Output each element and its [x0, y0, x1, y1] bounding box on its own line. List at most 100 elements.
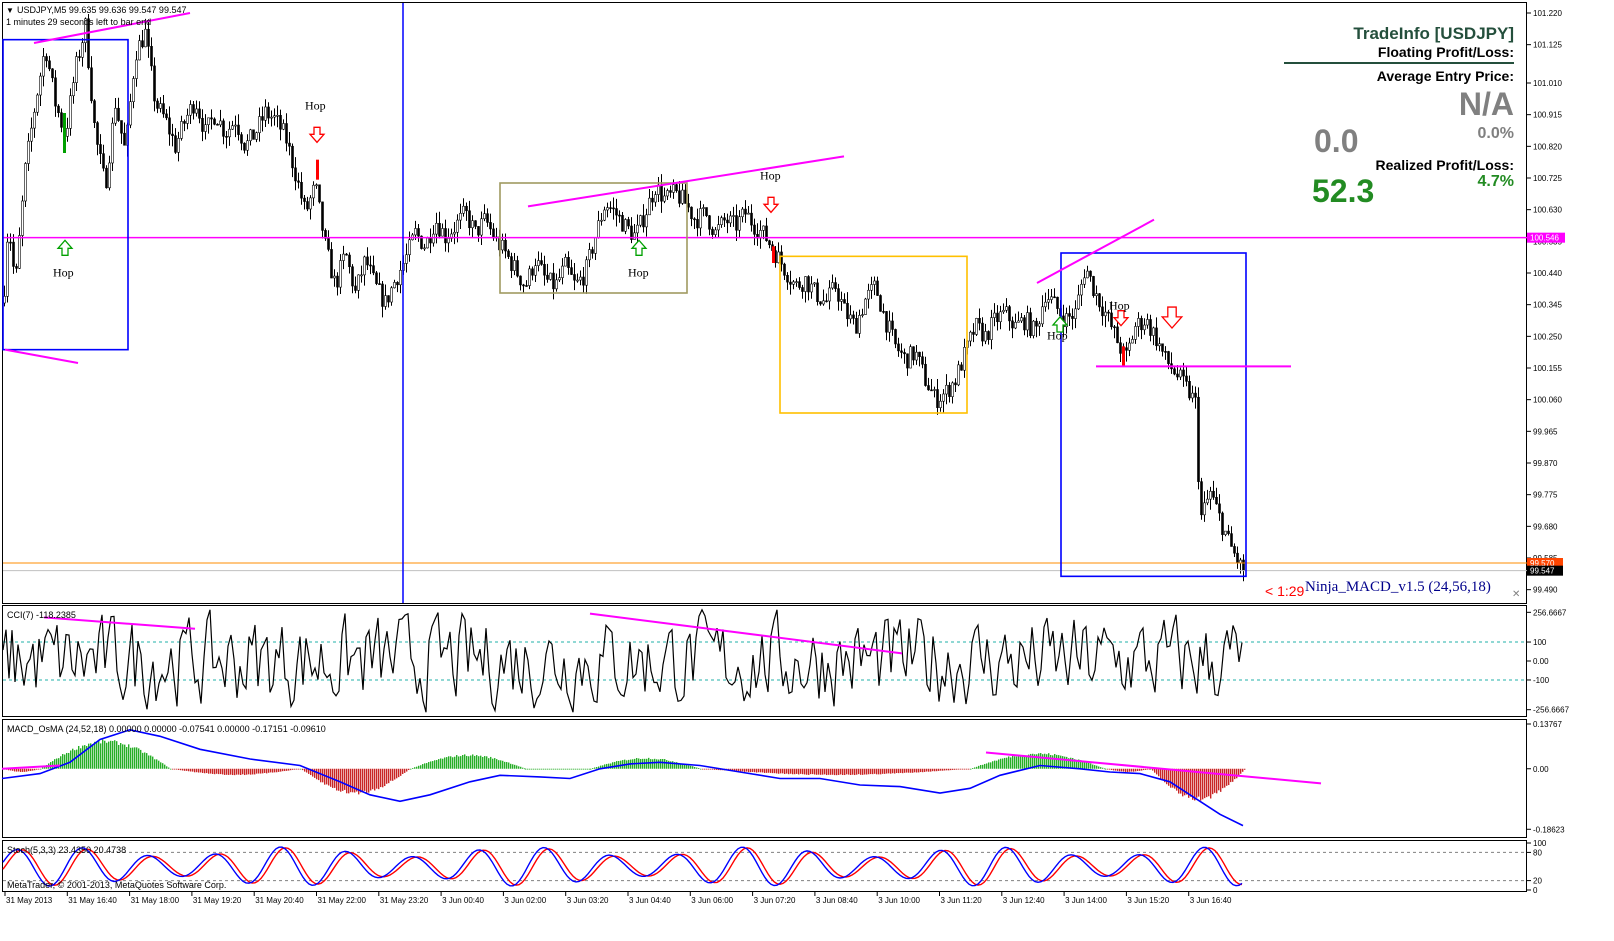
candle-body — [819, 301, 822, 305]
osma-bar — [898, 768, 900, 774]
candle-body — [786, 274, 789, 283]
osma-bar — [428, 762, 430, 769]
candle-body — [648, 197, 651, 216]
candle-body — [1224, 530, 1227, 535]
candle-body — [897, 343, 900, 352]
osma-bar — [1014, 756, 1016, 769]
osma-bar — [342, 768, 344, 791]
osma-bar — [872, 768, 874, 775]
close-indicator-icon[interactable]: ✕ — [1512, 589, 1520, 600]
candle-body — [219, 120, 222, 126]
candle-body — [693, 218, 696, 221]
pattern-box[interactable] — [2, 38, 129, 351]
candle-body — [597, 220, 600, 238]
osma-bar — [344, 768, 346, 790]
candle-body — [609, 207, 612, 209]
candle-body — [477, 226, 480, 236]
chart-menu-arrow-icon[interactable]: ▼ — [6, 6, 14, 15]
pattern-box[interactable] — [1060, 252, 1247, 578]
candle-body — [141, 40, 144, 48]
osma-bar — [712, 768, 714, 770]
candle-body — [69, 95, 72, 129]
candle-body — [135, 59, 138, 79]
chart-root[interactable]: Hop Hop Hop Hop Hop Hop 101.220 101.125 101.010… — [0, 0, 1614, 936]
osma-bar — [130, 747, 132, 769]
candle-body — [513, 260, 516, 271]
osma-bar — [575, 768, 577, 770]
candle-body — [846, 302, 849, 320]
macd-pane[interactable] — [1, 728, 1322, 827]
osma-bar — [702, 768, 704, 770]
candle-body — [255, 132, 258, 140]
osma-bar — [304, 768, 306, 772]
osma-bar — [42, 767, 44, 769]
candle-body — [1149, 319, 1152, 336]
osma-bar — [34, 768, 36, 771]
osma-bar — [452, 757, 454, 769]
stoch-pane[interactable] — [2, 846, 1527, 887]
candle-body — [969, 331, 972, 342]
candle-body — [765, 225, 768, 242]
osma-bar — [64, 754, 66, 769]
candle-body — [1086, 270, 1089, 279]
candle-body — [1101, 306, 1104, 317]
osma-bar — [1222, 768, 1224, 789]
osma-bar — [1024, 755, 1026, 769]
osma-bar — [614, 761, 616, 769]
candle-body — [519, 275, 522, 286]
osma-bar — [234, 768, 236, 776]
osma-bar — [1107, 768, 1109, 770]
floating-pl-pct: 0.0% — [1477, 125, 1514, 142]
trendline[interactable] — [4, 348, 79, 364]
candle-body — [384, 295, 387, 307]
osma-bar — [928, 768, 930, 772]
candle-body — [843, 299, 846, 304]
osma-bar — [874, 768, 876, 774]
osma-bar — [70, 750, 72, 769]
candle-body — [663, 195, 666, 202]
osma-bar — [808, 768, 810, 775]
candle-body — [534, 265, 537, 276]
candle-body — [297, 180, 300, 183]
cci-divergence-line[interactable] — [589, 612, 903, 655]
osma-bar — [844, 768, 846, 776]
candle-body — [198, 108, 201, 119]
osma-bar — [382, 768, 384, 788]
osma-bar — [486, 756, 488, 769]
osma-bar — [348, 768, 350, 794]
candle-body — [579, 276, 582, 281]
candle-body — [636, 224, 639, 234]
osma-bar — [108, 741, 110, 769]
candle-body — [1014, 322, 1017, 329]
osma-bar — [824, 768, 826, 775]
candle-body — [435, 222, 438, 235]
candle-body — [390, 287, 393, 303]
osma-bar — [882, 768, 884, 774]
trendline[interactable] — [1036, 218, 1155, 284]
candle-body — [234, 124, 237, 127]
osma-bar — [244, 768, 246, 776]
x-tick-label: 3 Jun 14:00 — [1065, 896, 1107, 905]
signal-candle — [772, 246, 775, 263]
osma-bar — [466, 755, 468, 769]
osma-bar — [302, 768, 304, 771]
osma-bar — [258, 768, 260, 774]
osma-bar — [146, 753, 148, 769]
y-tick-label: 100.915 — [1533, 111, 1562, 120]
tradeinfo-divider — [1284, 62, 1514, 64]
y-tick-label: 99.490 — [1533, 586, 1558, 595]
candle-body — [195, 108, 198, 114]
candle-body — [270, 116, 273, 119]
candle-body — [204, 124, 207, 132]
osma-bar — [800, 768, 802, 774]
osma-bar — [1150, 768, 1152, 770]
candle-body — [171, 133, 174, 136]
candle-body — [984, 331, 987, 342]
candle-body — [144, 28, 147, 48]
osma-bar — [590, 768, 592, 770]
candle-body — [225, 136, 228, 138]
cci-pane[interactable] — [2, 608, 1527, 713]
candle-body — [975, 318, 978, 335]
candle-body — [507, 250, 510, 257]
candle-body — [717, 224, 720, 231]
